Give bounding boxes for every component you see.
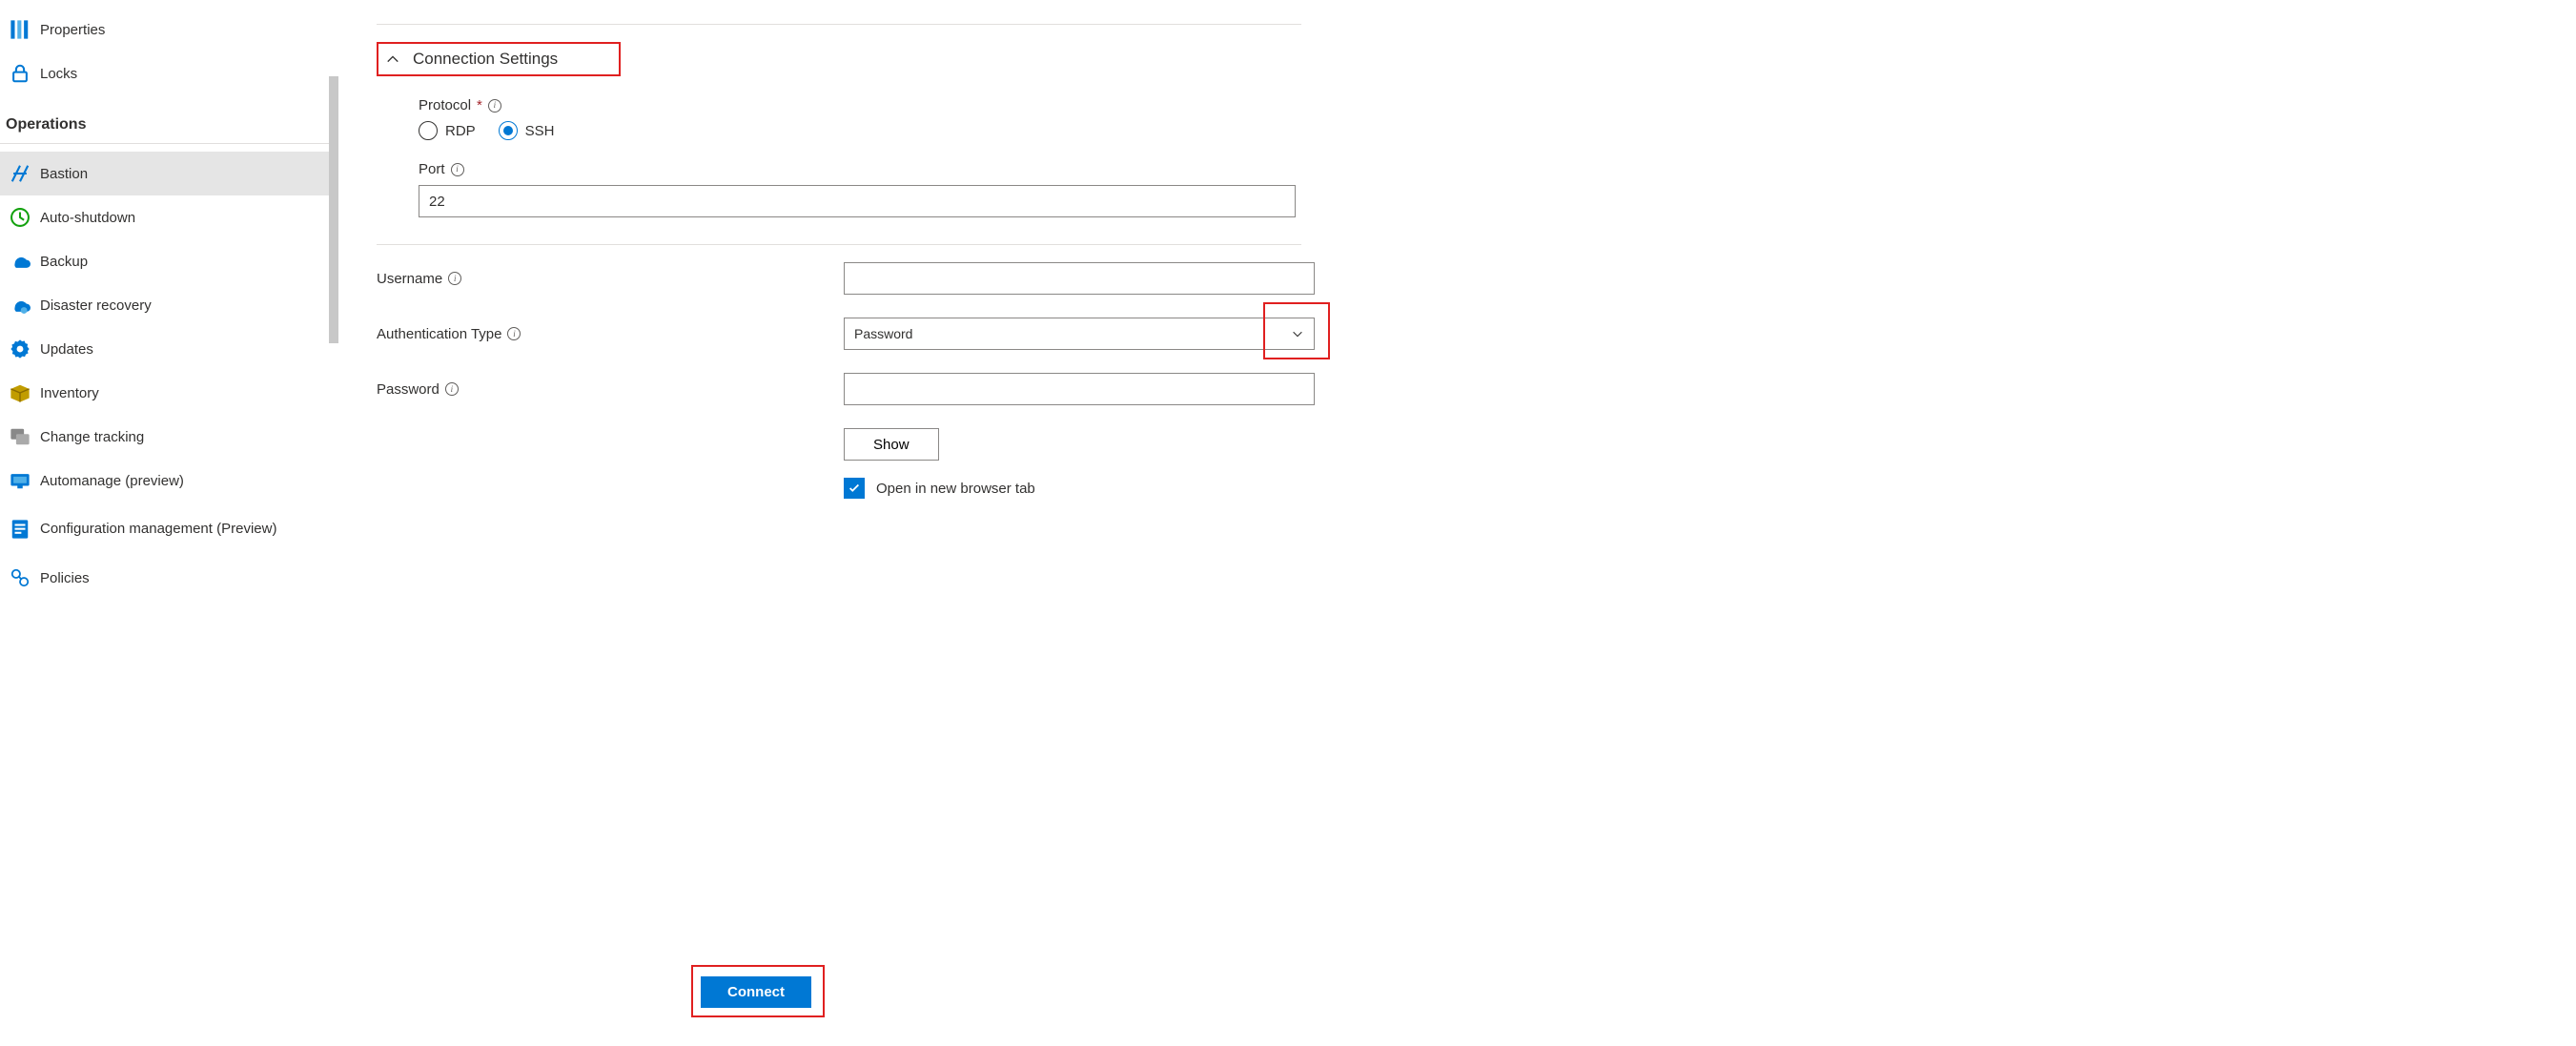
sidebar-item-backup[interactable]: Backup [0,239,329,283]
chevron-up-icon [386,52,399,66]
required-indicator: * [477,97,482,113]
info-icon[interactable]: i [507,327,521,340]
sidebar-item-disaster-recovery[interactable]: Disaster recovery [0,283,329,327]
divider [377,24,1301,25]
sidebar-section-operations: Operations [0,95,329,144]
sidebar-item-bastion[interactable]: Bastion [0,152,329,195]
sidebar-item-label: Automanage (preview) [40,473,184,489]
sidebar-item-label: Locks [40,66,77,82]
password-label: Password [377,381,440,398]
sidebar-item-configuration-management[interactable]: Configuration management (Preview) [0,502,329,556]
connect-highlight: Connect [691,965,825,1017]
password-row: Password i [377,373,2538,405]
sidebar-item-properties[interactable]: Properties [0,8,329,51]
divider [377,244,1301,245]
sidebar-item-label: Change tracking [40,429,144,445]
port-label: Port [419,161,445,177]
sidebar-item-label: Auto-shutdown [40,210,135,226]
sidebar-item-locks[interactable]: Locks [0,51,329,95]
auth-type-row: Authentication Type i Password [377,318,2538,350]
policies-icon [10,567,31,588]
gear-icon [10,338,31,359]
sidebar-item-automanage[interactable]: Automanage (preview) [0,459,329,502]
connection-settings-toggle[interactable]: Connection Settings [377,42,621,76]
auth-type-label: Authentication Type [377,326,501,342]
radio-rdp[interactable]: RDP [419,121,476,140]
sidebar-item-change-tracking[interactable]: Change tracking [0,415,329,459]
dropdown-value: Password [854,326,912,341]
chevron-down-icon [1291,327,1304,340]
sidebar-item-label: Properties [40,22,105,38]
radio-label: RDP [445,123,476,139]
backup-icon [10,251,31,272]
config-icon [10,519,31,540]
sidebar-item-label: Disaster recovery [40,297,152,314]
sidebar-item-autoshutdown[interactable]: Auto-shutdown [0,195,329,239]
change-tracking-icon [10,426,31,447]
main-content: Connection Settings Protocol * i RDP SSH… [329,0,2576,1046]
radio-ssh[interactable]: SSH [499,121,555,140]
disaster-recovery-icon [10,295,31,316]
properties-icon [10,19,31,40]
protocol-block: Protocol * i RDP SSH [419,97,1296,140]
check-icon [848,482,861,495]
sidebar-item-label: Policies [40,570,90,586]
bastion-icon [10,163,31,184]
sidebar-item-label: Inventory [40,385,99,401]
connect-button[interactable]: Connect [701,976,811,1008]
new-tab-label: Open in new browser tab [876,481,1035,497]
port-input[interactable] [419,185,1296,217]
sidebar-item-label: Configuration management (Preview) [40,520,276,539]
info-icon[interactable]: i [451,163,464,176]
protocol-label: Protocol [419,97,471,113]
sidebar-item-label: Bastion [40,166,88,182]
auth-type-dropdown[interactable]: Password [844,318,1315,350]
password-input[interactable] [844,373,1315,405]
sidebar: Properties Locks Operations Bastion Auto… [0,0,329,1046]
info-icon[interactable]: i [445,382,459,396]
radio-label: SSH [525,123,555,139]
sidebar-item-label: Updates [40,341,93,358]
new-tab-checkbox[interactable] [844,478,865,499]
port-block: Port i [419,161,1296,217]
automanage-icon [10,470,31,491]
show-row: Show [377,428,2538,461]
info-icon[interactable]: i [488,99,501,113]
package-icon [10,382,31,403]
username-input[interactable] [844,262,1315,295]
info-icon[interactable]: i [448,272,461,285]
sidebar-item-label: Backup [40,254,88,270]
sidebar-item-policies[interactable]: Policies [0,556,329,600]
show-button[interactable]: Show [844,428,939,461]
sidebar-item-inventory[interactable]: Inventory [0,371,329,415]
sidebar-item-updates[interactable]: Updates [0,327,329,371]
section-title: Connection Settings [413,50,558,69]
username-label: Username [377,271,442,287]
username-row: Username i [377,262,2538,295]
lock-icon [10,63,31,84]
clock-icon [10,207,31,228]
new-tab-row: Open in new browser tab [844,478,2538,499]
